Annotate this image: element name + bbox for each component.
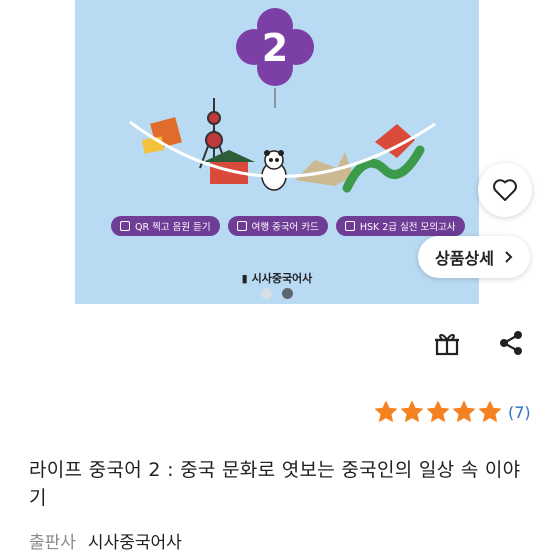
star-icon	[427, 401, 449, 422]
chip-label: 여행 중국어 카드	[251, 222, 319, 233]
temple-illustration	[203, 150, 255, 184]
share-button[interactable]	[494, 326, 528, 360]
review-count[interactable]: (7)	[508, 403, 531, 422]
chip-hsk-test: HSK 2급 실전 모의고사	[335, 216, 465, 236]
flower-badge: 2	[236, 8, 314, 86]
chip-label: QR 찍고 음원 듣기	[135, 222, 211, 233]
dragon-illustration	[342, 145, 425, 193]
gift-button[interactable]	[430, 326, 464, 360]
carousel-dot-active[interactable]	[282, 288, 293, 299]
logo-icon: ▮	[241, 272, 248, 285]
cover-publisher-logo: ▮ 시사중국어사	[241, 272, 313, 285]
chip-qr-audio: QR 찍고 음원 듣기	[111, 216, 220, 236]
product-title: 라이프 중국어 2 : 중국 문화로 엿보는 중국인의 일상 속 이야기	[29, 459, 521, 509]
wall-illustration	[295, 152, 353, 186]
detail-label: 상품상세	[435, 249, 494, 268]
star-icon	[401, 401, 423, 422]
rating-summary[interactable]: (7)	[374, 400, 531, 424]
badge-number: 2	[262, 26, 288, 70]
edit-icon	[344, 221, 355, 231]
qr-icon	[120, 221, 130, 231]
heart-icon	[493, 179, 517, 201]
star-rating	[374, 400, 502, 424]
star-icon	[375, 401, 397, 422]
carousel-dot[interactable]	[261, 288, 272, 299]
publisher-value[interactable]: 시사중국어사	[88, 528, 182, 553]
wishlist-button[interactable]	[478, 163, 532, 217]
feature-chips: QR 찍고 음원 듣기 여행 중국어 카드 HSK 2급 실전 모의고사	[111, 216, 465, 236]
chip-travel-card: 여행 중국어 카드	[227, 216, 328, 236]
share-icon	[500, 331, 522, 355]
publisher-row: 출판사 시사중국어사	[29, 528, 182, 553]
publisher-label: 출판사	[29, 533, 76, 553]
panda-illustration	[261, 150, 287, 191]
star-icon	[479, 401, 501, 422]
chip-label: HSK 2급 실전 모의고사	[359, 222, 456, 233]
card-icon	[236, 221, 247, 231]
star-icon	[453, 401, 475, 422]
carousel-indicator	[75, 288, 479, 299]
chevron-right-icon	[505, 251, 513, 263]
product-detail-button[interactable]: 상품상세	[418, 236, 530, 278]
gift-icon	[435, 334, 459, 356]
